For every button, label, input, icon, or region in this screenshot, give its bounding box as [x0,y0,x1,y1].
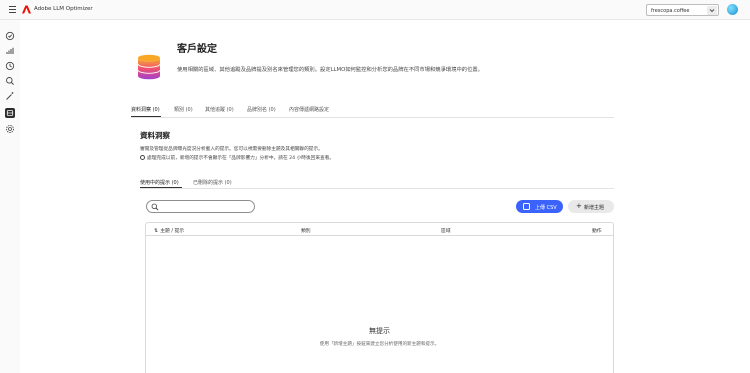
top-bar: Adobe LLM Optimizer frescopa.coffee [0,0,750,20]
org-select[interactable]: frescopa.coffee [646,4,719,16]
nav-wand-icon[interactable] [5,91,15,101]
subtab-deleted-prompts[interactable]: 已刪除的提示 (0) [193,179,232,186]
database-icon [137,54,161,80]
page-description: 使用相關的區域、其他追蹤及品牌提及別名來管理您的類別。設定LLMO如何監控和分析… [177,67,483,73]
table-header: ⇅ 主題 / 提示 類別 區域 動作 [146,223,613,236]
tab-cdn-settings[interactable]: 內容傳遞網路設定 [289,106,329,113]
subtab-active-prompts[interactable]: 使用中的提示 (0) [140,179,179,186]
add-topic-button[interactable]: + 新增主題 [568,200,614,213]
info-icon [140,155,145,160]
chevron-down-icon[interactable] [707,6,717,15]
search-input[interactable] [146,200,255,213]
column-actions: 動作 [592,228,602,234]
section-description: 審閱及管理從品牌曝光度況分析載入的提示。您可以視需要刪除主題及其相關聯的提示。 [140,147,323,152]
add-topic-label: 新增主題 [584,204,605,211]
subtab-divider [140,188,614,189]
prompts-table: ⇅ 主題 / 提示 類別 區域 動作 無提示 使用「新增主題」按鈕來建立您分析使用… [145,222,614,373]
upload-icon [523,203,530,210]
page-title: 客戶設定 [177,44,217,55]
nav-history-icon[interactable] [5,61,15,71]
tab-data-insights[interactable]: 資料洞察 (0) [131,106,160,113]
column-region: 區域 [441,228,451,234]
tab-divider [131,117,614,118]
column-topic-prompt[interactable]: ⇅ 主題 / 提示 [154,227,184,234]
upload-csv-button[interactable]: 上傳 CSV [516,200,563,213]
org-select-value: frescopa.coffee [651,7,690,14]
info-message: 處理完成以前，新增的提示不會顯示在「品牌影響力」分析中。請在 24 小時後回來查… [140,155,334,161]
nav-dashboard-icon[interactable] [5,31,15,41]
nav-settings-active-icon[interactable] [5,108,15,118]
info-text: 處理完成以前，新增的提示不會顯示在「品牌影響力」分析中。請在 24 小時後回來查… [147,156,335,161]
empty-state-title: 無提示 [369,327,390,335]
tab-other-tracking[interactable]: 其他追蹤 (0) [205,106,234,113]
empty-state-description: 使用「新增主題」按鈕來建立您分析使用的新主題和提示。 [319,342,440,347]
tab-categories[interactable]: 類別 (0) [174,106,193,113]
tab-brand-aliases[interactable]: 品牌別名 (0) [247,106,276,113]
app-title: Adobe LLM Optimizer [34,6,93,12]
column-category: 類別 [301,228,311,234]
nav-gear-icon[interactable] [5,124,15,134]
nav-chart-icon[interactable] [5,46,15,56]
plus-icon: + [576,202,582,210]
sidebar [0,20,20,373]
search-icon [151,203,159,211]
upload-csv-label: 上傳 CSV [535,204,557,211]
hamburger-menu-icon[interactable] [9,6,16,13]
nav-search-icon[interactable] [5,76,15,86]
sort-icon[interactable]: ⇅ [154,228,158,234]
avatar[interactable] [727,4,738,15]
section-title: 資料洞察 [140,131,170,140]
adobe-logo-icon [22,5,31,14]
